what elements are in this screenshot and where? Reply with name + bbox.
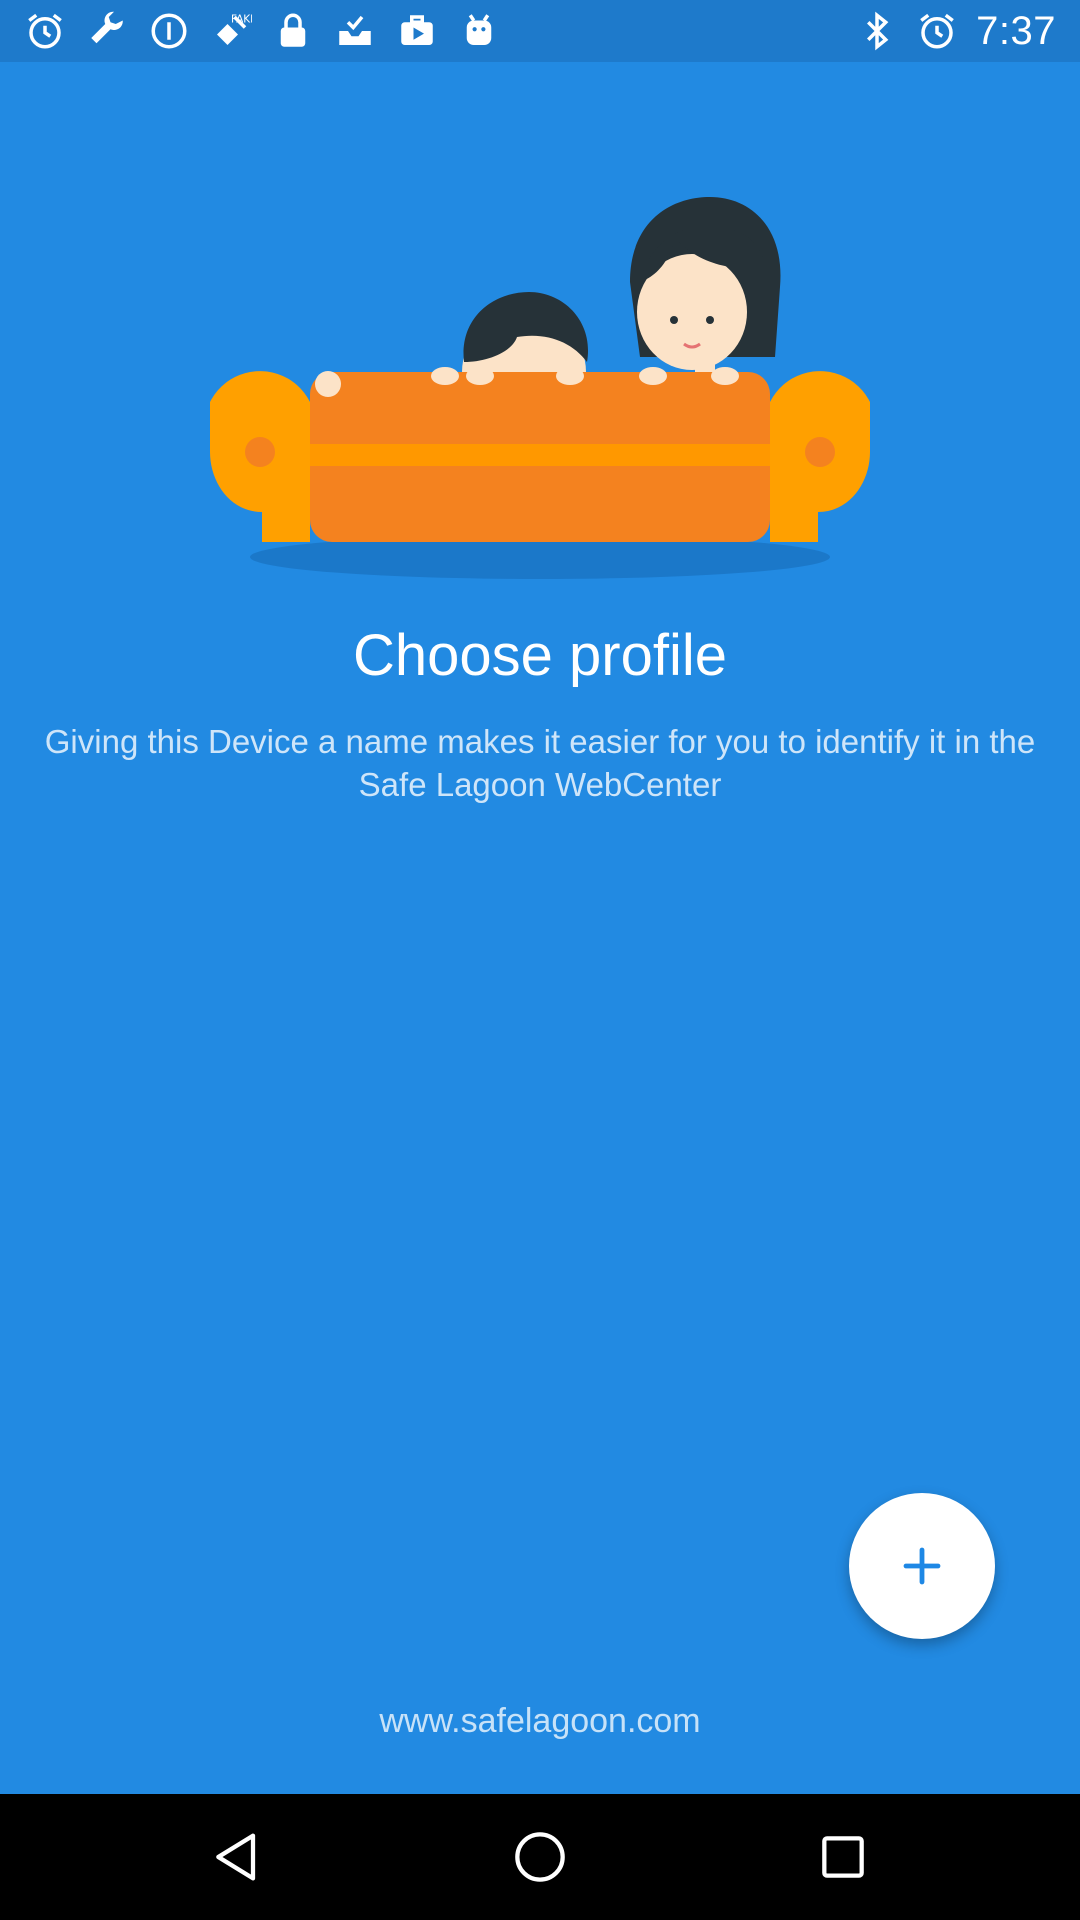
website-link[interactable]: www.safelagoon.com [0, 1702, 1080, 1741]
alarm-icon [920, 13, 954, 49]
lock-icon [280, 13, 306, 47]
briefcase-play-icon [401, 15, 433, 45]
back-icon [216, 1833, 256, 1881]
alarm-icon [28, 13, 62, 49]
system-status-icons: 7:37 [856, 8, 1056, 53]
choose-profile-screen: Choose profile Giving this Device a name… [0, 62, 1080, 1794]
back-button[interactable] [197, 1817, 277, 1897]
recents-button[interactable] [803, 1817, 883, 1897]
home-icon [515, 1832, 565, 1882]
page-description: Giving this Device a name makes it easie… [44, 723, 1036, 803]
bluetooth-icon [867, 11, 889, 51]
status-bar: FAKE 7:37 [0, 0, 1080, 62]
svg-text:FAKE: FAKE [231, 13, 252, 25]
add-profile-button[interactable] [849, 1493, 995, 1639]
notification-icons: FAKE [24, 10, 500, 52]
wrench-icon [91, 11, 123, 44]
page-title: Choose profile [353, 623, 727, 688]
info-icon [151, 13, 187, 49]
plus-icon [903, 1547, 941, 1585]
android-icon [466, 14, 492, 45]
inbox-check-icon [339, 15, 371, 45]
home-button[interactable] [500, 1817, 580, 1897]
recents-icon [822, 1836, 864, 1878]
clock: 7:37 [976, 8, 1056, 53]
navigation-bar [0, 1794, 1080, 1920]
family-on-sofa-illustration [210, 197, 870, 579]
fake-gps-icon: FAKE [217, 13, 252, 45]
